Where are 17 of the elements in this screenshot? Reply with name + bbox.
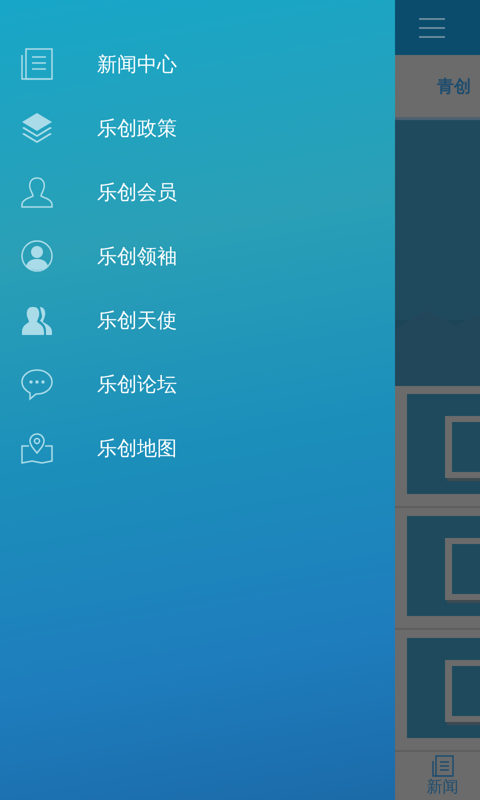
menu-icon[interactable]	[419, 18, 445, 38]
news-icon	[20, 47, 54, 81]
drawer-item[interactable]: 乐创政策	[97, 114, 177, 142]
map-icon	[20, 431, 54, 465]
drawer-item[interactable]: 新闻中心	[97, 50, 177, 78]
member-icon	[20, 175, 54, 209]
drawer-item[interactable]: 乐创论坛	[97, 370, 177, 398]
drawer-item[interactable]: 乐创地图	[97, 434, 177, 462]
forum-icon	[20, 367, 54, 401]
layers-icon	[20, 111, 54, 145]
category-tab[interactable]: 青创	[437, 74, 471, 98]
drawer-item[interactable]: 乐创天使	[97, 306, 177, 334]
drawer-item[interactable]: 乐创领袖	[97, 242, 177, 270]
nav-label[interactable]: 新闻	[426, 776, 458, 798]
news-icon[interactable]	[432, 754, 454, 776]
leader-icon	[20, 239, 54, 273]
drawer-item[interactable]: 乐创会员	[97, 178, 177, 206]
